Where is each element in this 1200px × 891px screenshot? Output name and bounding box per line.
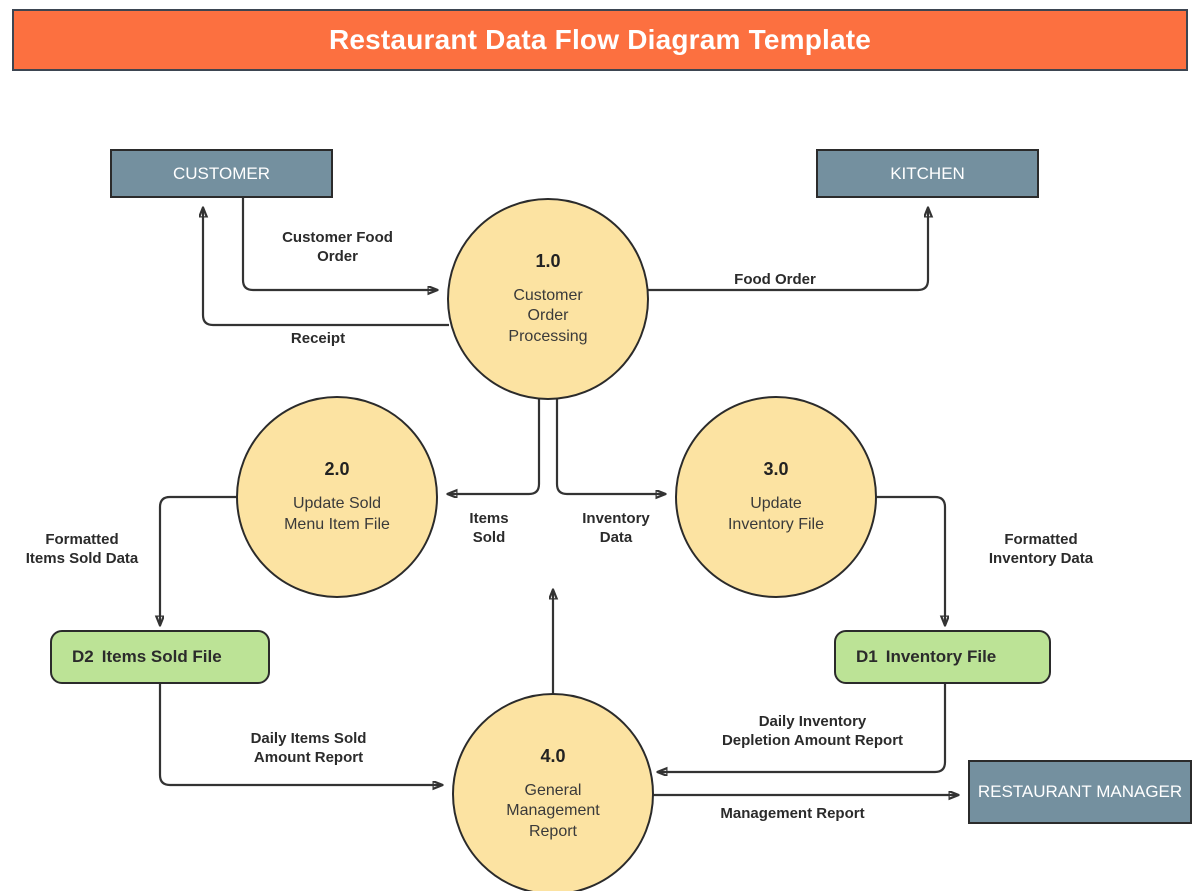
datastore-d2-name: Items Sold File <box>101 647 222 666</box>
flow-label-daily-inventory-depletion-amount-report: Daily Inventory Depletion Amount Report <box>721 713 904 750</box>
flow-label-receipt: Receipt <box>290 330 346 347</box>
datastore-d1-code: D1 <box>856 647 878 666</box>
flow-label-management-report: Management Report <box>720 805 865 822</box>
datastore-d1-inventory-file[interactable]: D1 Inventory File <box>834 630 1051 684</box>
process-4-general-management-report[interactable]: 4.0 General Management Report <box>452 693 654 891</box>
flow-label-customer-food-order: Customer Food Order <box>282 229 393 266</box>
process-1-customer-order-processing[interactable]: 1.0 Customer Order Processing <box>447 198 649 400</box>
wire-receipt <box>203 208 449 327</box>
datastore-d2-code: D2 <box>72 647 94 666</box>
wire-inventory-data <box>555 396 665 494</box>
process-3-number: 3.0 <box>763 459 789 480</box>
flow-label-formatted-items-sold-data: Formatted Items Sold Data <box>25 531 139 568</box>
process-2-label: Update Sold Menu Item File <box>284 495 390 533</box>
flow-label-daily-items-sold-amount-report: Daily Items Sold Amount Report <box>250 730 367 767</box>
flow-label-formatted-inventory-data: Formatted Inventory Data <box>988 531 1094 568</box>
wire-formatted-inventory-data <box>875 495 945 625</box>
datastore-d1-name: Inventory File <box>885 647 997 666</box>
process-3-update-inventory-file[interactable]: 3.0 Update Inventory File <box>675 396 877 598</box>
process-4-number: 4.0 <box>540 746 566 767</box>
datastore-d2-items-sold-file[interactable]: D2 Items Sold File <box>50 630 270 684</box>
diagram-canvas: Restaurant Data Flow Diagram Template CU… <box>0 0 1200 891</box>
process-2-update-sold-menu-item-file[interactable]: 2.0 Update Sold Menu Item File <box>236 396 438 598</box>
flow-label-inventory-data: Inventory Data <box>582 510 650 547</box>
wire-items-sold <box>448 396 541 494</box>
flow-label-items-sold: Items Sold <box>469 510 509 547</box>
process-3-label: Update Inventory File <box>727 495 825 533</box>
wire-formatted-items-sold-data <box>160 495 238 625</box>
process-1-number: 1.0 <box>535 251 561 272</box>
process-4-label: General Management Report <box>506 782 600 840</box>
process-1-label: Customer Order Processing <box>508 287 588 345</box>
process-2-number: 2.0 <box>324 459 350 480</box>
flow-label-food-order: Food Order <box>734 271 816 288</box>
